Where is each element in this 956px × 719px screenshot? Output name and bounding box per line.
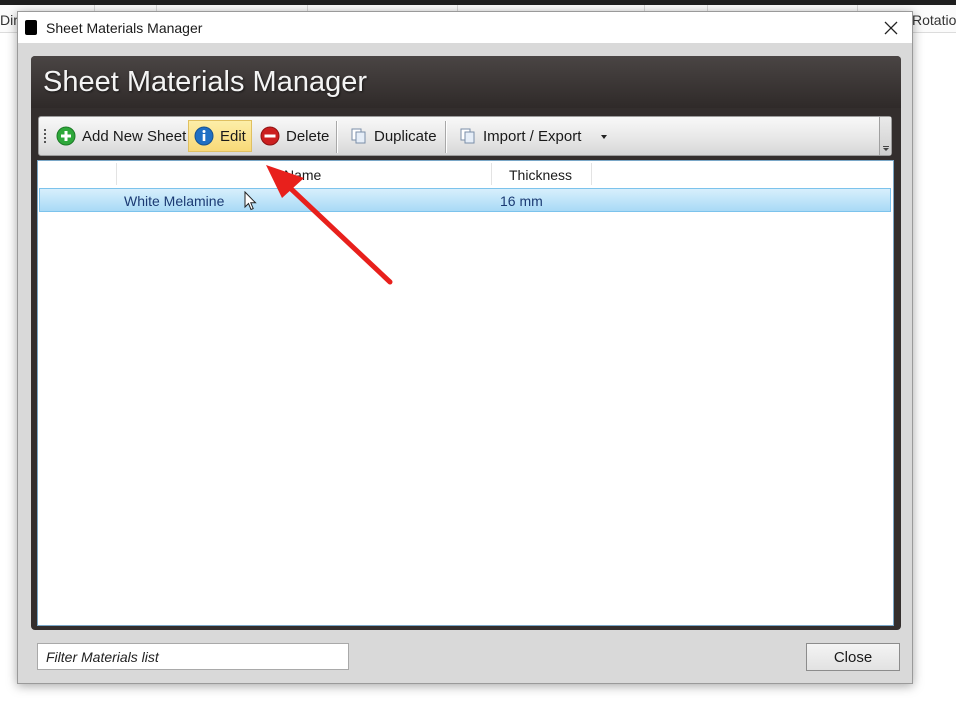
toolbar: Add New Sheet Edit Delete Duplicate Impo… <box>38 116 892 156</box>
mouse-pointer-icon <box>244 191 257 211</box>
column-header-thickness[interactable]: Thickness <box>509 167 572 183</box>
toolbar-separator <box>336 121 337 153</box>
delete-button[interactable]: Delete <box>254 120 335 152</box>
materials-panel: Sheet Materials Manager Add New Sheet Ed… <box>31 56 901 630</box>
delete-label: Delete <box>286 127 330 145</box>
panel-header: Sheet Materials Manager <box>31 56 901 108</box>
import-export-button[interactable]: Import / Export <box>453 120 587 152</box>
import-export-label: Import / Export <box>483 127 582 145</box>
toolbar-grip-handle[interactable] <box>44 129 47 145</box>
copy-icon <box>460 128 475 144</box>
close-icon <box>884 21 898 35</box>
plus-circle-icon <box>56 126 76 146</box>
minus-circle-icon <box>260 126 280 146</box>
materials-grid: Name Thickness White Melamine 16 mm <box>37 160 894 626</box>
row-name-cell: White Melamine <box>124 193 225 209</box>
app-icon <box>25 20 37 35</box>
duplicate-label: Duplicate <box>374 127 437 145</box>
panel-title: Sheet Materials Manager <box>43 66 367 98</box>
filter-materials-input[interactable] <box>37 643 349 670</box>
toolbar-overflow-button[interactable] <box>879 117 891 155</box>
edit-button[interactable]: Edit <box>188 120 252 152</box>
column-separator[interactable] <box>116 163 117 185</box>
window-close-button[interactable] <box>878 16 904 40</box>
column-separator[interactable] <box>491 163 492 185</box>
add-new-sheet-button[interactable]: Add New Sheet <box>50 120 192 152</box>
column-header-name[interactable]: Name <box>284 167 321 183</box>
add-new-sheet-label: Add New Sheet <box>82 127 187 145</box>
toolbar-separator <box>445 121 446 153</box>
sheet-materials-dialog: Sheet Materials Manager Sheet Materials … <box>17 11 913 684</box>
column-separator[interactable] <box>591 163 592 185</box>
grid-header: Name Thickness <box>38 161 893 187</box>
copy-icon <box>351 128 366 144</box>
row-thickness-cell: 16 mm <box>500 193 543 209</box>
window-title: Sheet Materials Manager <box>46 20 203 36</box>
background-column-header-rotation: Rotatio <box>912 12 956 28</box>
duplicate-button[interactable]: Duplicate <box>344 120 443 152</box>
edit-label: Edit <box>220 127 246 145</box>
close-button[interactable]: Close <box>806 643 900 671</box>
info-icon <box>194 126 214 146</box>
table-row[interactable]: White Melamine 16 mm <box>39 188 891 212</box>
chevron-down-icon[interactable] <box>601 135 607 139</box>
title-bar: Sheet Materials Manager <box>18 12 912 43</box>
